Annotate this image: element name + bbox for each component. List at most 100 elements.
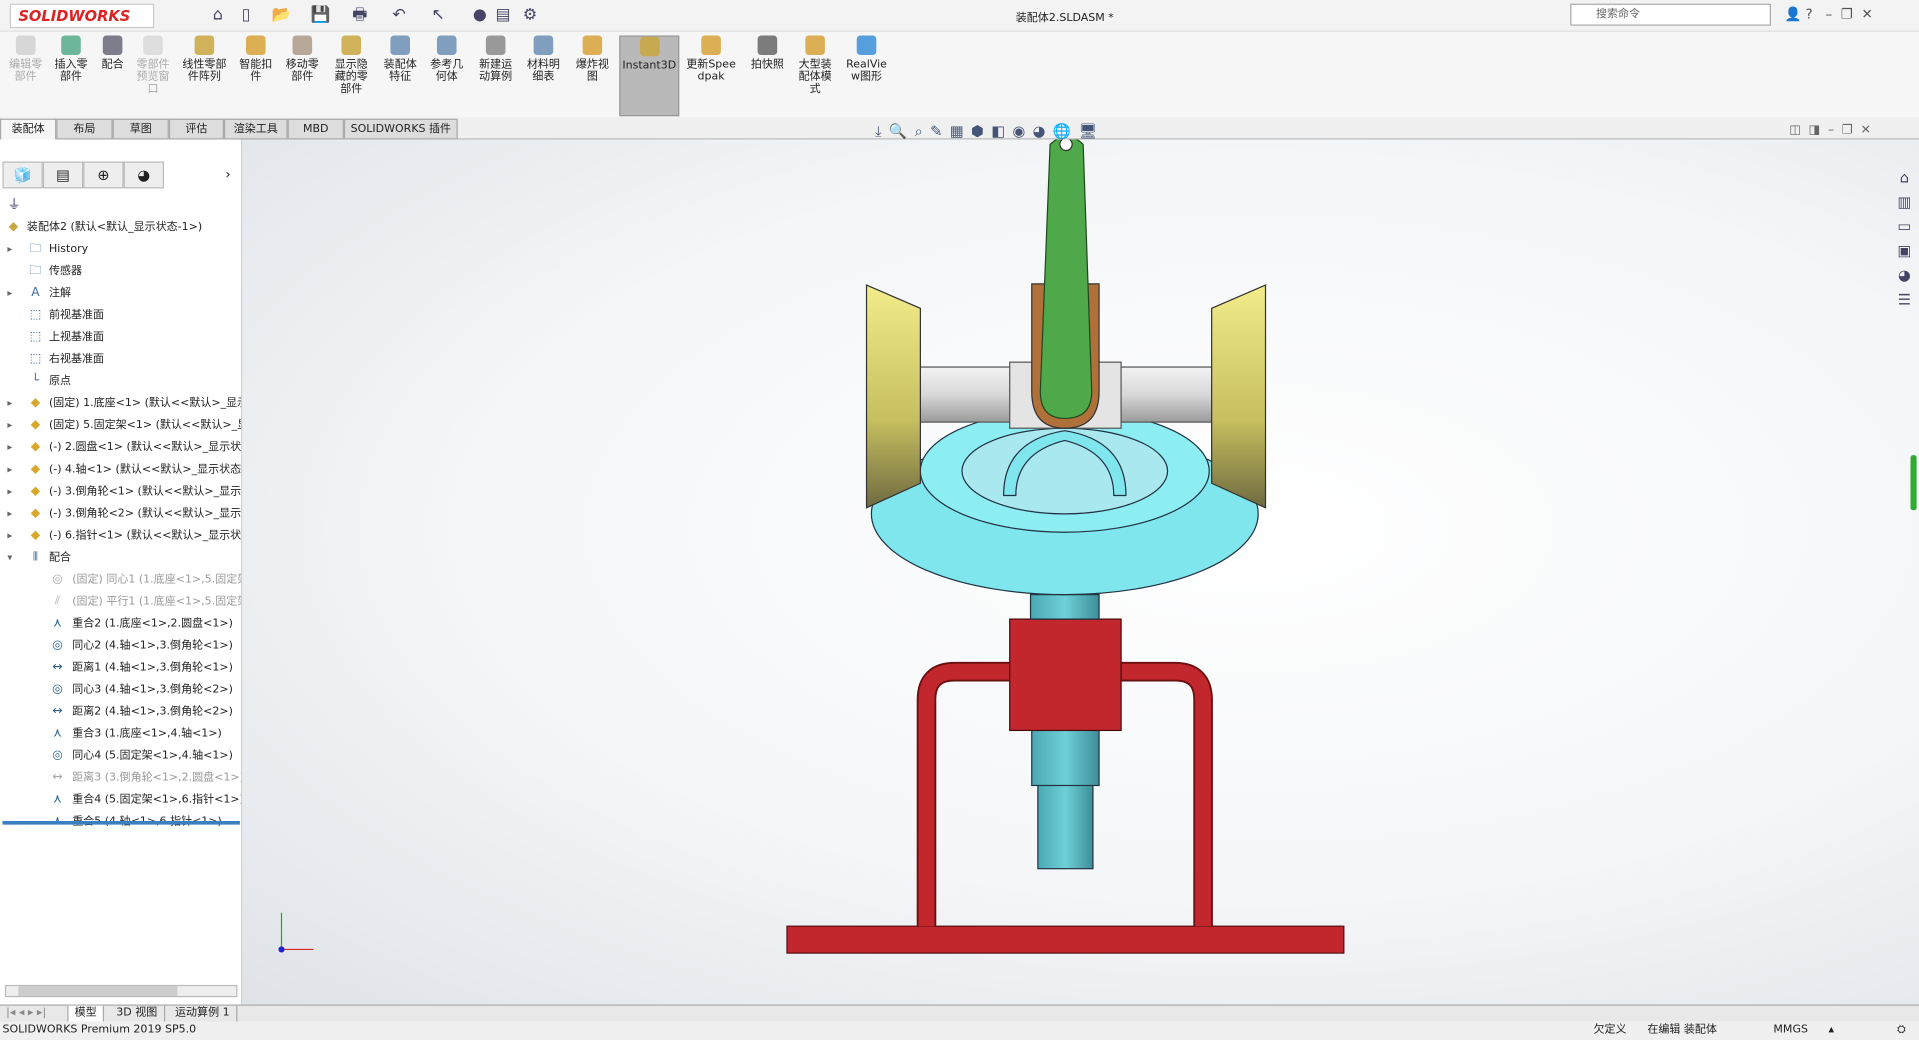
view-orientation-icon[interactable]: ⬢ xyxy=(971,122,984,139)
assembly-model[interactable] xyxy=(242,135,1919,1004)
traffic-light-icon[interactable]: ● xyxy=(470,6,490,26)
file-explorer-icon[interactable]: ▭ xyxy=(1893,218,1915,240)
ribbon-button-5[interactable]: 智能扣件 xyxy=(235,35,277,116)
mate-item[interactable]: ◎ 同心3 (4.轴<1>,3.倒角轮<2>) xyxy=(0,679,241,701)
tree-item[interactable]: ▸ A 注解 xyxy=(0,283,241,305)
home-icon[interactable]: ⌂ xyxy=(208,6,228,26)
mate-item[interactable]: ⋏ 重合3 (1.底座<1>,4.轴<1>) xyxy=(0,723,241,745)
expand-panel-icon[interactable]: › xyxy=(225,166,230,182)
expand-arrow-icon[interactable]: ▸ xyxy=(7,415,12,437)
select-icon[interactable]: ↖ xyxy=(428,6,448,26)
tree-item[interactable]: ▸ ◆ (固定) 5.固定架<1> (默认<<默认>_显示状态-1>) xyxy=(0,415,241,437)
feature-tree-tab-icon[interactable]: 🧊 xyxy=(2,161,43,189)
mate-item[interactable]: ◎ 同心4 (5.固定架<1>,4.轴<1>) xyxy=(0,745,241,767)
display-style-icon[interactable]: ◧ xyxy=(991,122,1005,139)
tree-item[interactable]: └ 原点 xyxy=(0,371,241,393)
ribbon-button-0[interactable]: 编辑零部件 xyxy=(5,35,47,116)
tree-item[interactable]: ▸ ◆ (-) 6.指针<1> (默认<<默认>_显示状态-1>) xyxy=(0,525,241,547)
filter-icon[interactable]: ⏚ xyxy=(7,195,20,215)
ribbon-button-14[interactable]: 更新Speedpak xyxy=(683,35,739,116)
vertical-scroll-handle[interactable] xyxy=(1910,455,1917,511)
tree-item[interactable]: ▸ ◆ (-) 4.轴<1> (默认<<默认>_显示状态-1>) xyxy=(0,459,241,481)
collapse-arrow-icon[interactable]: ▾ xyxy=(7,547,12,569)
tab-1[interactable]: 布局 xyxy=(56,118,113,140)
units-selector[interactable]: MMGS xyxy=(1773,1022,1808,1040)
tab-3d-views[interactable]: 3D 视图 xyxy=(110,1005,165,1022)
ribbon-button-7[interactable]: 显示隐藏的零部件 xyxy=(328,35,375,116)
open-icon[interactable]: 📂 xyxy=(272,6,292,26)
ribbon-button-3[interactable]: 零部件预览窗口 xyxy=(132,35,174,116)
tree-item[interactable]: ▸ ◆ (固定) 1.底座<1> (默认<<默认>_显示状态-1>) xyxy=(0,393,241,415)
units-arrow-icon[interactable]: ▴ xyxy=(1829,1022,1835,1040)
window-controls[interactable]: 👤 ? – ❐ ✕ xyxy=(1784,6,1872,22)
mate-item[interactable]: ⫽ (固定) 平行1 (1.底座<1>,5.固定架<1>) xyxy=(0,591,241,613)
expand-arrow-icon[interactable]: ▸ xyxy=(7,437,12,459)
ribbon-button-12[interactable]: 爆炸视图 xyxy=(570,35,614,116)
ribbon-button-13[interactable]: Instant3D xyxy=(619,35,680,117)
tab-6[interactable]: SOLIDWORKS 插件 xyxy=(343,118,458,140)
expand-arrow-icon[interactable]: ▸ xyxy=(7,239,12,261)
ribbon-button-2[interactable]: 配合 xyxy=(95,35,129,116)
expand-arrow-icon[interactable]: ▸ xyxy=(7,525,12,547)
ribbon-button-6[interactable]: 移动零部件 xyxy=(279,35,326,116)
mate-item[interactable]: ⋏ 重合2 (1.底座<1>,2.圆盘<1>) xyxy=(0,613,241,635)
horizontal-scrollbar[interactable] xyxy=(4,984,238,998)
mate-item[interactable]: ⋏ 重合4 (5.固定架<1>,6.指针<1>) xyxy=(0,789,241,811)
tree-item[interactable]: 🗀 传感器 xyxy=(0,261,241,283)
scene-icon[interactable]: 🌐 xyxy=(1053,122,1071,139)
save-icon[interactable]: 💾 xyxy=(311,6,331,26)
previous-view-icon[interactable]: ⌕ xyxy=(915,122,923,139)
user-icon[interactable]: 👤 xyxy=(1784,6,1801,22)
ribbon-button-4[interactable]: 线性零部件阵列 xyxy=(177,35,231,116)
tree-item[interactable]: ⬚ 前视基准面 xyxy=(0,305,241,327)
configuration-tab-icon[interactable]: ⊕ xyxy=(83,161,124,189)
restore-icon[interactable]: ❐ xyxy=(1841,6,1853,22)
expand-arrow-icon[interactable]: ▸ xyxy=(7,393,12,415)
appearances-icon[interactable]: ◕ xyxy=(1893,267,1915,289)
tab-5[interactable]: MBD xyxy=(287,118,344,140)
mate-item[interactable]: ↔ 距离3 (3.倒角轮<1>,2.圆盘<1>) xyxy=(0,767,241,789)
zoom-to-fit-icon[interactable]: ⤓ xyxy=(875,122,882,139)
ribbon-button-1[interactable]: 插入零部件 xyxy=(49,35,93,116)
ribbon-button-17[interactable]: RealView图形 xyxy=(840,35,894,116)
print-icon[interactable]: 🖶 xyxy=(350,6,370,26)
solidworks-resources-icon[interactable]: ⌂ xyxy=(1893,169,1915,191)
edit-appearance-icon[interactable]: ◕ xyxy=(1033,122,1046,139)
tab-model[interactable]: 模型 xyxy=(68,1005,105,1022)
ribbon-button-11[interactable]: 材料明细表 xyxy=(521,35,565,116)
tree-item[interactable]: ▾ ⫴ 配合 xyxy=(0,547,241,569)
expand-arrow-icon[interactable]: ▸ xyxy=(7,481,12,503)
expand-arrow-icon[interactable]: ▸ xyxy=(7,459,12,481)
view-palette-icon[interactable]: ▣ xyxy=(1893,242,1915,264)
undo-icon[interactable]: ↶ xyxy=(389,6,409,26)
dynamic-annotation-icon[interactable]: ▦ xyxy=(950,122,964,139)
mate-item[interactable]: ↔ 距离2 (4.轴<1>,3.倒角轮<2>) xyxy=(0,701,241,723)
minimize-icon[interactable]: – xyxy=(1826,6,1833,22)
tree-item[interactable]: ▸ ◆ (-) 3.倒角轮<1> (默认<<默认>_显示状态-1>) xyxy=(0,481,241,503)
tab-4[interactable]: 渲染工具 xyxy=(223,118,288,140)
mate-item[interactable]: ↔ 距离1 (4.轴<1>,3.倒角轮<1>) xyxy=(0,657,241,679)
ribbon-button-15[interactable]: 拍快照 xyxy=(747,35,789,116)
section-view-icon[interactable]: ✎ xyxy=(930,122,942,139)
tree-item[interactable]: ▸ ◆ (-) 2.圆盘<1> (默认<<默认>_显示状态-1>) xyxy=(0,437,241,459)
file-properties-icon[interactable]: ▤ xyxy=(493,6,513,26)
tab-motion-study[interactable]: 运动算例 1 xyxy=(169,1005,237,1022)
rollback-bar[interactable] xyxy=(2,820,240,825)
tree-item[interactable]: ▸ 🗀 History xyxy=(0,239,241,261)
tree-item[interactable]: ▸ ◆ (-) 3.倒角轮<2> (默认<<默认>_显示状态-1>) xyxy=(0,503,241,525)
tab-2[interactable]: 草图 xyxy=(112,118,169,140)
search-input[interactable]: 搜索命令 xyxy=(1570,3,1771,26)
hide-show-icon[interactable]: ◉ xyxy=(1012,122,1025,139)
tree-item[interactable]: ⬚ 上视基准面 xyxy=(0,327,241,349)
display-manager-tab-icon[interactable]: ◕ xyxy=(123,161,165,189)
new-icon[interactable]: ▯ xyxy=(236,6,256,26)
tree-root[interactable]: ◆ 装配体2 (默认<默认_显示状态-1>) xyxy=(0,217,241,239)
help-icon[interactable]: ? xyxy=(1806,6,1813,22)
expand-arrow-icon[interactable]: ▸ xyxy=(7,503,12,525)
heads-up-view-toolbar[interactable]: ⤓ 🔍 ⌕ ✎ ▦ ⬢ ◧ ◉ ◕ 🌐 🖥 xyxy=(875,122,1104,142)
mate-item[interactable]: ◎ (固定) 同心1 (1.底座<1>,5.固定架<1>) xyxy=(0,569,241,591)
tab-0[interactable]: 装配体 xyxy=(0,118,57,140)
ribbon-button-10[interactable]: 新建运动算例 xyxy=(472,35,519,116)
ribbon-button-9[interactable]: 参考几何体 xyxy=(423,35,470,116)
design-library-icon[interactable]: ▥ xyxy=(1893,193,1915,215)
